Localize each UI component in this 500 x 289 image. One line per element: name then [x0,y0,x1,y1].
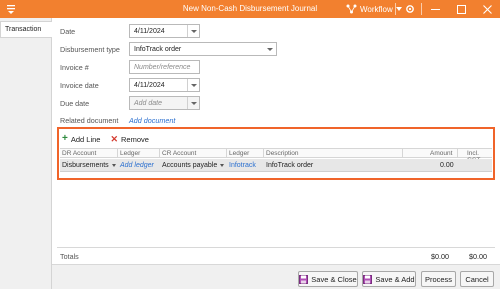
chevron-down-icon [190,29,197,33]
save-add-button[interactable]: Save & Add [362,271,416,287]
close-button[interactable] [480,2,494,16]
chevron-down-icon [220,163,225,167]
due-date-field[interactable]: Add date [129,96,200,110]
remove-icon: ✕ [110,133,118,144]
date-dropdown[interactable] [187,25,199,37]
disbursement-type-value: InfoTrack order [134,46,182,53]
save-close-button[interactable]: Save & Close [298,271,358,287]
column-header-description[interactable]: Description [266,150,299,157]
workflow-icon [346,4,357,14]
dr-account-value: Disbursements [62,162,109,169]
process-button[interactable]: Process [421,271,456,287]
cr-ledger-link[interactable]: Infotrack [229,162,256,169]
related-document-label: Related document [60,116,119,125]
cr-account-value: Accounts payable [162,162,218,169]
workflow-button[interactable]: Workflow [346,3,402,15]
totals-amount: $0.00 [431,252,449,261]
dr-account-cell[interactable]: Disbursements [62,162,116,169]
save-icon [363,274,373,284]
disbursement-type-label: Disbursement type [60,45,120,54]
due-date-label: Due date [60,99,90,108]
minimize-button[interactable] [428,2,442,16]
column-divider [159,149,160,158]
add-line-label: Add Line [70,134,101,144]
chevron-down-icon [395,7,402,11]
maximize-icon [456,4,466,14]
disbursement-type-select[interactable]: InfoTrack order [129,42,277,56]
journal-lines-panel: + Add Line ✕ Remove DR Account Ledger CR… [57,127,495,180]
save-icon [299,274,309,284]
invoice-date-label: Invoice date [60,81,99,90]
grid-header: DR Account Ledger CR Account Ledger Desc… [60,148,492,164]
column-header-cr-ledger[interactable]: Ledger [229,150,249,157]
add-icon: + [62,133,68,144]
date-field[interactable]: 4/11/2024 [129,24,200,38]
close-icon [482,4,492,14]
due-date-dropdown[interactable] [187,97,199,109]
column-header-dr-account[interactable]: DR Account [62,150,96,157]
chevron-down-icon [111,163,116,167]
settings-icon [406,5,414,13]
cancel-button[interactable]: Cancel [460,271,494,287]
save-add-label: Save & Add [375,274,415,284]
tab-transaction[interactable]: Transaction [0,21,52,38]
minimize-icon [430,8,440,10]
description-cell[interactable]: InfoTrack order [266,162,313,169]
date-label: Date [60,27,76,36]
invoice-number-label: Invoice # [60,63,89,72]
chevron-down-icon [190,101,197,105]
cr-account-cell[interactable]: Accounts payable [162,162,225,169]
title-separator [395,3,396,15]
due-date-placeholder: Add date [134,100,163,107]
title-bar: New Non-Cash Disbursement Journal Workfl… [0,0,500,18]
settings-button[interactable] [403,2,417,16]
window-title: New Non-Cash Disbursement Journal [182,4,318,13]
column-divider [457,149,458,158]
tab-strip: Transaction [0,18,52,289]
remove-label: Remove [121,134,149,144]
add-document-link[interactable]: Add document [129,116,175,125]
invoice-date-dropdown[interactable] [187,79,199,91]
column-divider [226,149,227,158]
column-header-cr-account[interactable]: CR Account [162,150,196,157]
column-divider [263,149,264,158]
column-header-dr-ledger[interactable]: Ledger [120,150,140,157]
table-row[interactable]: Disbursements Add ledger Accounts payabl… [60,159,492,172]
column-divider [117,149,118,158]
save-close-label: Save & Close [311,274,357,284]
disbursement-type-dropdown[interactable] [264,43,276,55]
chevron-down-icon [190,83,197,87]
remove-button[interactable]: ✕ Remove [110,133,149,144]
grid-toolbar: + Add Line ✕ Remove [62,133,149,145]
maximize-button[interactable] [454,2,468,16]
totals-gst: $0.00 [469,252,487,261]
column-header-amount[interactable]: Amount [430,150,452,157]
date-value: 4/11/2024 [134,28,165,35]
chevron-down-icon [267,47,273,51]
totals-label: Totals [60,252,79,261]
invoice-date-field[interactable]: 4/11/2024 [129,78,200,92]
invoice-date-value: 4/11/2024 [134,82,165,89]
totals-divider [57,247,495,248]
add-line-button[interactable]: + Add Line [62,134,100,144]
invoice-number-input[interactable]: Number/reference [129,60,200,74]
amount-cell[interactable]: 0.00 [440,162,454,169]
title-separator [421,3,422,15]
column-divider [402,149,403,158]
dr-ledger-link[interactable]: Add ledger [120,162,154,169]
workflow-label: Workflow [360,4,393,14]
